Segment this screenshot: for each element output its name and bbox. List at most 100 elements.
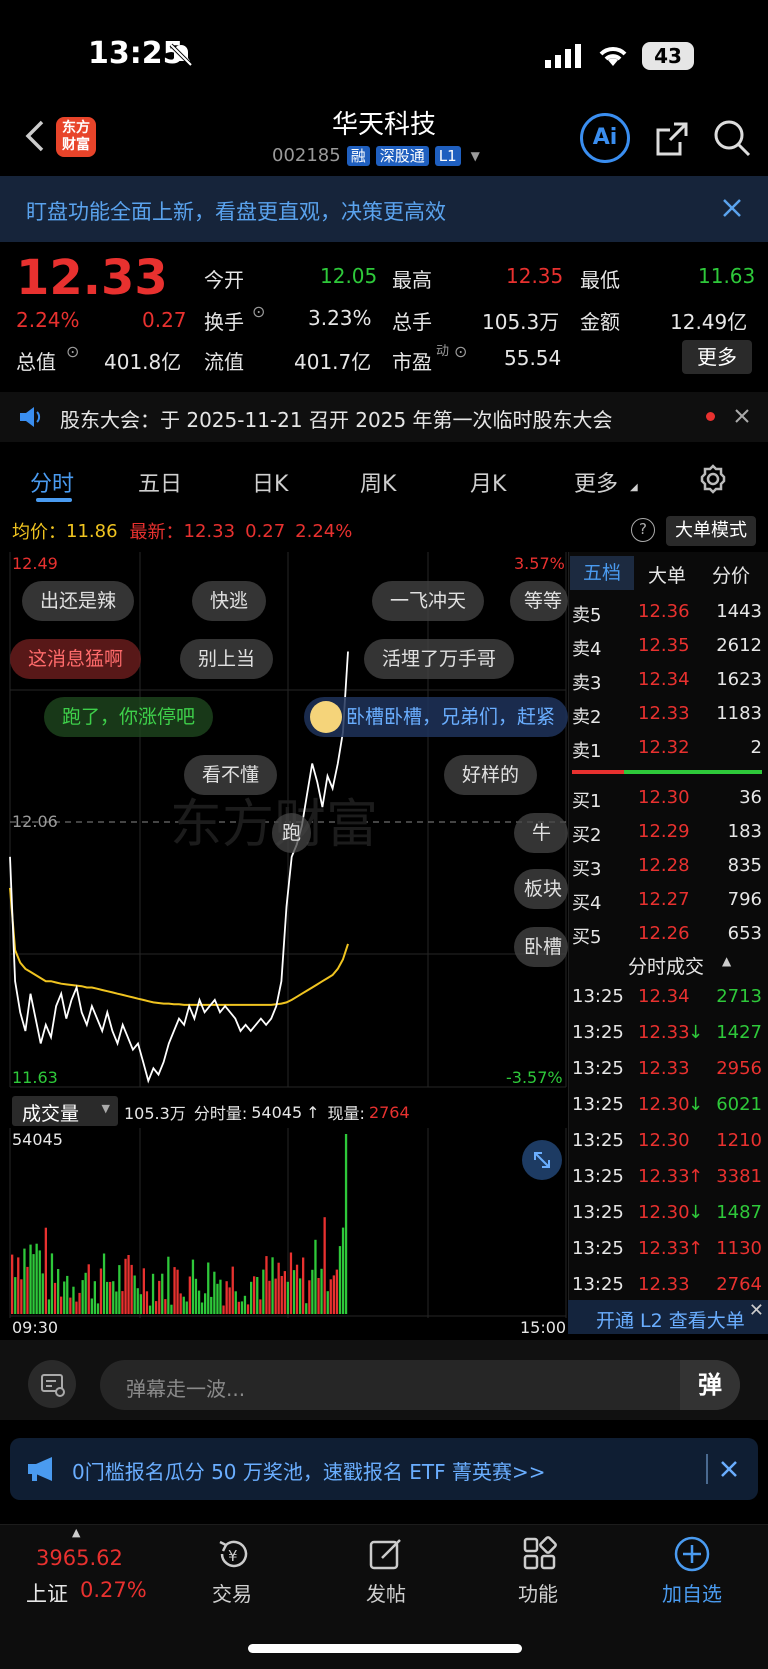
info-icon[interactable]: ⊙ (252, 302, 265, 321)
ask-level-price[interactable]: 12.33 (638, 703, 690, 724)
volume-selector[interactable]: 成交量 ▼ (12, 1096, 118, 1126)
volume-bar (216, 1283, 219, 1314)
tab-big-order[interactable]: 大单 (648, 561, 686, 588)
help-icon[interactable]: ? (631, 518, 655, 542)
volume-bar (329, 1279, 332, 1314)
ask-level-label: 卖5 (572, 605, 602, 626)
danmaku-bubble[interactable]: 别上当 (180, 639, 274, 679)
danmaku-bubble[interactable]: 快逃 (192, 581, 267, 621)
danmaku-bubble[interactable]: 卧槽 (514, 927, 568, 967)
tab-5day[interactable]: 五日 (138, 466, 182, 498)
bid-level-volume: 835 (727, 855, 762, 876)
chevron-up-icon[interactable]: ▲ (722, 954, 731, 968)
trade-icon[interactable]: ¥ (214, 1534, 254, 1578)
index-name[interactable]: 上证 (26, 1578, 68, 1608)
danmaku-bubble-green[interactable]: 跑了，你涨停吧 (44, 697, 214, 737)
bid-level-price[interactable]: 12.26 (638, 923, 690, 944)
nav-add-watchlist[interactable]: 加自选 (642, 1578, 742, 1607)
down-arrow-icon: ↓ (688, 1022, 704, 1043)
volume-bar (332, 1275, 335, 1314)
add-watchlist-icon[interactable] (672, 1534, 712, 1578)
danmaku-send-button[interactable]: 弹 (680, 1360, 740, 1410)
bid-level-price[interactable]: 12.27 (638, 889, 690, 910)
chevron-up-icon[interactable]: ▲ (72, 1526, 80, 1539)
banner-text[interactable]: 盯盘功能全面上新，看盘更直观，决策更高效 (26, 196, 446, 226)
nav-trade[interactable]: 交易 (182, 1578, 282, 1607)
tab-daily-k[interactable]: 日K (252, 466, 288, 498)
open-label: 今开 (204, 268, 244, 292)
stock-code: 002185 (272, 145, 341, 166)
nav-post[interactable]: 发帖 (336, 1578, 436, 1607)
amount-value: 12.49亿 (670, 310, 748, 334)
ask-level-price[interactable]: 12.32 (638, 737, 690, 758)
volume-bar (142, 1268, 145, 1314)
ai-icon[interactable]: Ai (580, 113, 630, 163)
l2-banner[interactable]: 开通 L2 查看大单 ✕ (568, 1300, 768, 1334)
volume-bar (96, 1303, 100, 1314)
index-value[interactable]: 3965.62 (36, 1546, 123, 1570)
bid-level-price[interactable]: 12.29 (638, 821, 690, 842)
volume-chart[interactable] (0, 1128, 568, 1318)
expand-icon[interactable] (522, 1140, 562, 1180)
volume-bar (200, 1302, 204, 1314)
danmaku-bubble-blue[interactable]: 卧槽卧槽，兄弟们，赶紧 (304, 697, 568, 737)
search-icon[interactable] (712, 118, 752, 162)
danmaku-bubble[interactable]: 等等 (510, 581, 568, 621)
close-icon[interactable] (722, 198, 742, 222)
close-icon[interactable]: ✕ (749, 1300, 764, 1321)
danmaku-settings-icon[interactable] (28, 1360, 76, 1408)
volume-bar (127, 1255, 130, 1314)
volume-bar (338, 1246, 342, 1314)
ask-level-price[interactable]: 12.35 (638, 635, 690, 656)
big-order-mode-button[interactable]: 大单模式 (666, 516, 756, 546)
bid-level-price[interactable]: 12.28 (638, 855, 690, 876)
info-icon[interactable]: ⊙ (454, 342, 467, 361)
index-pct[interactable]: 0.27% (80, 1578, 147, 1602)
bid-level-price[interactable]: 12.30 (638, 787, 690, 808)
tab-monthly-k[interactable]: 月K (470, 466, 506, 498)
nav-function[interactable]: 功能 (488, 1578, 588, 1607)
danmaku-bubble[interactable]: 好样的 (444, 755, 538, 795)
home-indicator[interactable] (248, 1644, 522, 1653)
danmaku-bubble[interactable]: 板块 (514, 869, 568, 909)
danmaku-bubble[interactable]: 看不懂 (184, 755, 278, 795)
danmaku-bubble[interactable]: 牛 (514, 813, 568, 853)
ask-level-price[interactable]: 12.34 (638, 669, 690, 690)
volume-bar (289, 1252, 293, 1314)
close-icon[interactable] (720, 1460, 738, 1482)
notice-text[interactable]: 股东大会：于 2025-11-21 召开 2025 年第一次临时股东大会 (60, 404, 613, 433)
volume-bar (155, 1301, 158, 1314)
volume-bar (115, 1291, 118, 1314)
ask-level-price[interactable]: 12.36 (638, 601, 690, 622)
danmaku-bubble[interactable]: 活埋了万手哥 (364, 639, 515, 679)
tab-intraday[interactable]: 分时 (30, 466, 74, 498)
tab-more[interactable]: 更多 (574, 466, 618, 498)
tab-five-level[interactable]: 五档 (570, 556, 634, 590)
volume-bar (75, 1301, 78, 1314)
post-icon[interactable] (366, 1534, 406, 1578)
trade-price: 12.33 (638, 1238, 690, 1259)
volume-bar (106, 1281, 109, 1314)
tab-weekly-k[interactable]: 周K (360, 466, 396, 498)
close-icon[interactable] (734, 408, 750, 428)
settings-icon[interactable] (698, 464, 728, 498)
more-button[interactable]: 更多 (682, 340, 752, 374)
volume-bar (271, 1257, 274, 1314)
danmaku-bubble[interactable]: 一飞冲天 (372, 581, 485, 621)
info-icon[interactable]: ⊙ (66, 342, 79, 361)
ask-level-label: 卖3 (572, 673, 602, 694)
trade-volume: 6021 (716, 1094, 762, 1115)
divider (706, 1454, 708, 1484)
danmaku-input[interactable]: 弹幕走一波... (100, 1360, 740, 1410)
promo-text[interactable]: 0门槛报名瓜分 50 万奖池，速戳报名 ETF 菁英赛>> (72, 1456, 545, 1485)
share-icon[interactable] (652, 118, 692, 162)
tab-price-dist[interactable]: 分价 (712, 561, 750, 588)
danmaku-bubble[interactable]: 跑 (272, 813, 312, 853)
float-label: 流值 (204, 350, 244, 374)
pe-value: 55.54 (504, 346, 562, 370)
function-icon[interactable] (520, 1534, 560, 1578)
dropdown-icon[interactable]: ▼ (471, 149, 480, 163)
trade-price: 12.30 (638, 1094, 690, 1115)
danmaku-bubble[interactable]: 出还是辣 (22, 581, 135, 621)
danmaku-bubble-hot[interactable]: 这消息猛啊 (10, 639, 142, 679)
